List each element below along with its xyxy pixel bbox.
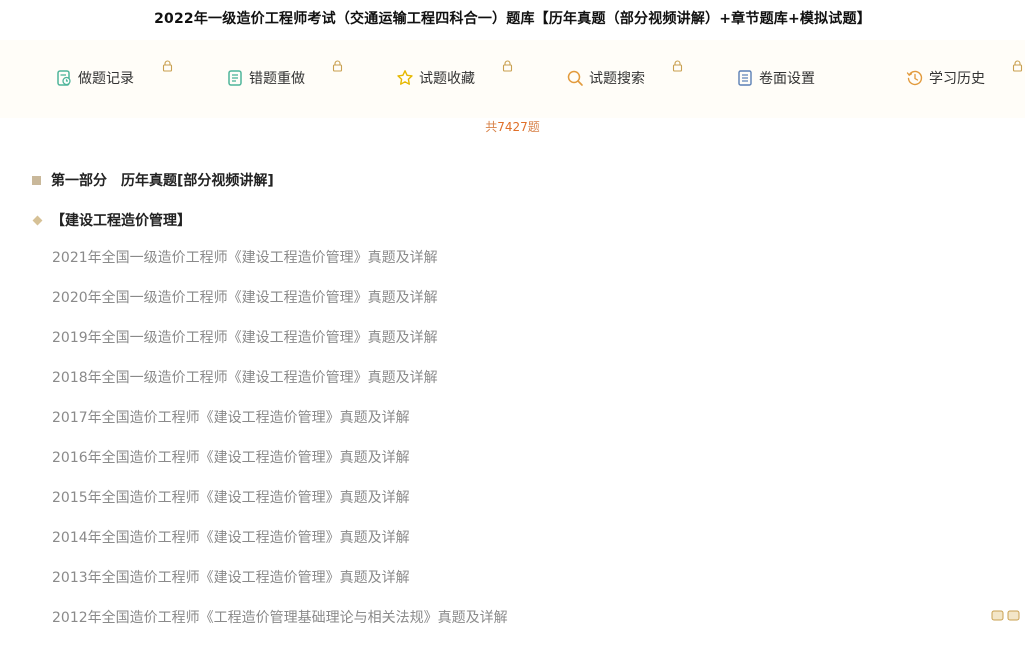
paper-link[interactable]: 2020年全国一级造价工程师《建设工程造价管理》真题及详解: [52, 288, 508, 328]
toolbar-search-button[interactable]: 试题搜索: [566, 66, 645, 90]
lock-icon: [502, 60, 513, 72]
paper-list: 2021年全国一级造价工程师《建设工程造价管理》真题及详解 2020年全国一级造…: [52, 248, 508, 648]
question-count: 共7427题: [0, 118, 1025, 135]
paper-link[interactable]: 2017年全国造价工程师《建设工程造价管理》真题及详解: [52, 408, 508, 448]
question-count-suffix: 题: [527, 120, 540, 134]
category-heading[interactable]: 【建设工程造价管理】: [32, 210, 191, 230]
document-icon: [738, 70, 752, 86]
paper-link[interactable]: 2021年全国一级造价工程师《建设工程造价管理》真题及详解: [52, 248, 508, 288]
toolbar: 做题记录 错题重做 试题收藏 试题搜索 卷面设置 学习历史: [0, 40, 1025, 118]
question-count-number: 7427: [497, 120, 528, 134]
diamond-bullet-icon: [32, 215, 43, 225]
toolbar-paper-settings-button[interactable]: 卷面设置: [736, 66, 815, 90]
lock-icon: [332, 60, 343, 72]
clipboard-check-icon: [57, 70, 71, 86]
paper-link[interactable]: 2015年全国造价工程师《建设工程造价管理》真题及详解: [52, 488, 508, 528]
toolbar-record-button[interactable]: 做题记录: [55, 66, 134, 90]
paper-link[interactable]: 2014年全国造价工程师《建设工程造价管理》真题及详解: [52, 528, 508, 568]
lock-icon: [672, 60, 683, 72]
paper-link[interactable]: 2013年全国造价工程师《建设工程造价管理》真题及详解: [52, 568, 508, 608]
lock-icon: [1012, 60, 1023, 72]
clock-history-icon: [906, 70, 923, 86]
section-heading[interactable]: 第一部分 历年真题[部分视频讲解]: [32, 170, 274, 190]
paper-link[interactable]: 2019年全国一级造价工程师《建设工程造价管理》真题及详解: [52, 328, 508, 368]
toolbar-history-button[interactable]: 学习历史: [906, 66, 985, 90]
question-count-prefix: 共: [485, 120, 498, 134]
toolbar-search-label: 试题搜索: [589, 71, 645, 87]
toolbar-history-label: 学习历史: [929, 71, 985, 87]
lock-icon: [162, 60, 173, 72]
paper-link[interactable]: 2018年全国一级造价工程师《建设工程造价管理》真题及详解: [52, 368, 508, 408]
toolbar-favorites-button[interactable]: 试题收藏: [396, 66, 475, 90]
search-icon: [567, 70, 583, 86]
paper-link[interactable]: 2016年全国造价工程师《建设工程造价管理》真题及详解: [52, 448, 508, 488]
section-title: 第一部分 历年真题[部分视频讲解]: [51, 173, 274, 189]
toolbar-paper-settings-label: 卷面设置: [759, 71, 815, 87]
floating-tool-icon[interactable]: [991, 609, 1021, 623]
star-icon: [397, 70, 413, 85]
toolbar-favorites-label: 试题收藏: [419, 71, 475, 87]
paper-link[interactable]: 2012年全国造价工程师《工程造价管理基础理论与相关法规》真题及详解: [52, 608, 508, 648]
toolbar-wrong-redo-button[interactable]: 错题重做: [226, 66, 305, 90]
page-title: 2022年一级造价工程师考试（交通运输工程四科合一）题库【历年真题（部分视频讲解…: [154, 11, 871, 27]
toolbar-wrong-redo-label: 错题重做: [249, 71, 305, 87]
category-title: 【建设工程造价管理】: [51, 213, 191, 229]
toolbar-record-label: 做题记录: [78, 71, 134, 87]
notebook-icon: [228, 70, 242, 86]
square-bullet-icon: [32, 175, 41, 185]
